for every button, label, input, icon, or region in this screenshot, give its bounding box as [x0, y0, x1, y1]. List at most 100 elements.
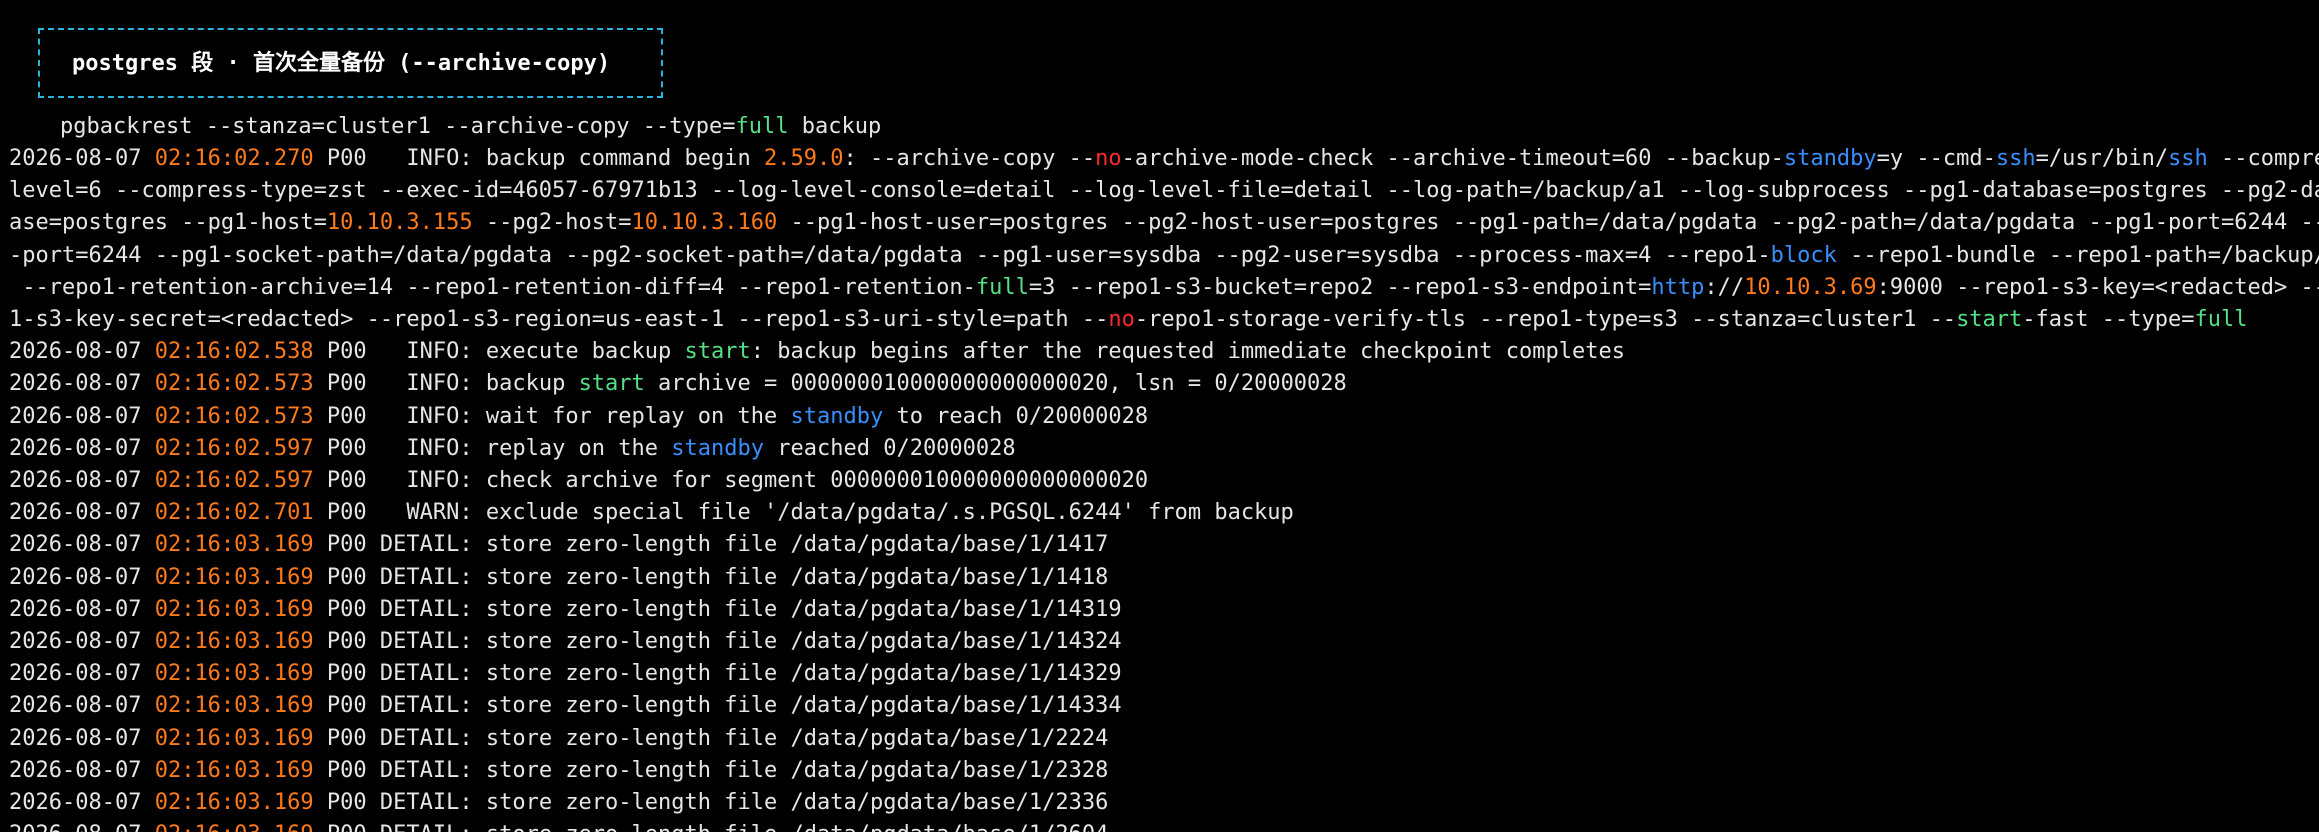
log-token: 02:16:02.270 — [154, 146, 314, 171]
log-line: 2026-08-07 02:16:03.169 P00 DETAIL: stor… — [9, 690, 1122, 722]
terminal-window[interactable]: postgres 段 · 首次全量备份 (--archive-copy) pgb… — [0, 0, 2319, 832]
log-token: P00 DETAIL: store zero-length file /data… — [313, 661, 1122, 687]
log-token: reached 0/20000028 — [764, 435, 1016, 461]
log-token: 2026-08-07 — [9, 500, 155, 526]
command-suffix: backup — [788, 114, 882, 139]
log-token: 2026-08-07 — [9, 564, 155, 590]
log-token: 02:16:02.573 — [154, 371, 314, 397]
command-type-value: full — [735, 114, 789, 139]
log-token: =y --cmd- — [1876, 146, 1996, 171]
log-token: P00 DETAIL: store zero-length file /data… — [313, 629, 1122, 654]
log-token: standby — [1783, 146, 1877, 171]
log-token: 2026-08-07 — [9, 661, 155, 687]
log-token: 2.59.0 — [764, 146, 844, 171]
log-token: 2026-08-07 — [9, 339, 155, 365]
log-token: archive = 000000010000000000000020, lsn … — [644, 371, 1347, 397]
log-token: start — [684, 339, 751, 365]
log-token: ssh — [1995, 146, 2036, 171]
log-line: 2026-08-07 02:16:03.169 P00 DETAIL: stor… — [9, 658, 1122, 690]
log-token: 02:16:03.169 — [154, 757, 314, 783]
log-token: 10.10.3.155 — [326, 210, 473, 236]
log-token: 10.10.3.160 — [631, 210, 778, 236]
log-token: no — [1108, 307, 1135, 332]
log-token: :// — [1704, 274, 1745, 300]
log-token: 02:16:02.538 — [154, 339, 314, 365]
log-token: P00 WARN: exclude special file '/data/pg… — [313, 500, 1294, 526]
log-token: 02:16:03.169 — [155, 822, 314, 832]
log-token: 2026-08-07 — [9, 725, 155, 751]
log-token: 02:16:02.573 — [154, 403, 314, 429]
log-token: --pg2-host= — [472, 210, 632, 236]
log-token: standby — [790, 403, 884, 429]
log-token: --pg1-host-user=postgres --pg2-host-user… — [777, 210, 2319, 236]
log-token: --repo1-bundle --repo1-path=/backup/a1 — [1836, 242, 2319, 268]
log-token: P00 DETAIL: store zero-length file /data… — [313, 790, 1109, 815]
log-token: -repo1-storage-verify-tls --repo1-type=s… — [1134, 307, 1957, 332]
log-token: 2026-08-07 — [9, 790, 155, 815]
log-token: 10.10.3.69 — [1744, 274, 1877, 300]
log-token: 02:16:02.597 — [154, 468, 314, 493]
log-token: 02:16:03.169 — [154, 661, 314, 687]
log-token: 2026-08-07 — [9, 532, 155, 558]
log-token: : backup begins after the requested imme… — [750, 339, 1625, 365]
log-token: 02:16:03.169 — [154, 532, 314, 558]
shell-command: pgbackrest --stanza=cluster1 --archive-c… — [60, 111, 881, 143]
log-token: P00 DETAIL: store zero-length file /data… — [313, 532, 1109, 558]
log-token: 02:16:03.169 — [154, 596, 314, 622]
log-token: P00 DETAIL: store zero-length file /data… — [313, 725, 1109, 751]
log-token: :9000 --repo1-s3-key=<redacted> --repo — [1876, 274, 2319, 300]
log-token: P00 DETAIL: store zero-length file /data… — [313, 564, 1109, 590]
log-token: 2026-08-07 — [9, 596, 155, 622]
log-token: standby — [671, 435, 764, 461]
log-line: 2026-08-07 02:16:03.169 P00 DETAIL: stor… — [9, 562, 1108, 594]
log-token: =/usr/bin/ — [2035, 146, 2169, 171]
log-token: 2026-08-07 — [9, 757, 155, 783]
log-line: 2026-08-07 02:16:02.270 P00 INFO: backup… — [9, 143, 2319, 175]
log-token: level=6 --compress-type=zst --exec-id=46… — [9, 178, 2319, 204]
log-token: 02:16:02.597 — [154, 435, 314, 461]
log-token: P00 INFO: wait for replay on the — [313, 403, 791, 429]
log-line: 2026-08-07 02:16:03.169 P00 DETAIL: stor… — [9, 723, 1108, 755]
log-token: block — [1770, 242, 1837, 268]
log-token: 02:16:03.169 — [154, 629, 314, 654]
log-line: --repo1-retention-archive=14 --repo1-ret… — [9, 272, 2319, 304]
log-token: http — [1651, 274, 1705, 300]
log-token: 2026-08-07 — [9, 371, 155, 397]
log-token: P00 INFO: backup — [313, 371, 579, 397]
log-token: 02:16:03.169 — [154, 564, 314, 590]
log-token: no — [1095, 146, 1122, 171]
log-token: P00 DETAIL: store zero-length file /data… — [313, 757, 1109, 783]
log-token: 2026-08-07 — [9, 822, 155, 832]
log-token: 2026-08-07 — [9, 468, 155, 493]
log-line: 2026-08-07 02:16:03.169 P00 DETAIL: stor… — [9, 787, 1108, 819]
log-token: --compress- — [2221, 146, 2319, 171]
log-line: 2026-08-07 02:16:02.573 P00 INFO: wait f… — [9, 401, 1148, 433]
log-token: P00 INFO: execute backup — [313, 339, 685, 365]
log-token: P00 INFO: check archive for segment 0000… — [313, 468, 1149, 493]
log-token: P00 INFO: replay on the — [313, 435, 672, 461]
log-token: start — [578, 371, 645, 397]
log-token: ssh — [2168, 146, 2208, 171]
log-token: 1-s3-key-secret=<redacted> --repo1-s3-re… — [9, 307, 1109, 332]
log-token: 02:16:03.169 — [154, 790, 314, 815]
log-token: -archive-mode-check --archive-timeout=60… — [1121, 146, 1784, 171]
log-token: 2026-08-07 — [9, 435, 155, 461]
log-token: ase=postgres --pg1-host= — [9, 210, 327, 236]
section-banner-title: postgres 段 · 首次全量备份 (--archive-copy) — [72, 51, 611, 76]
log-line: 2026-08-07 02:16:03.169 P00 DETAIL: stor… — [9, 755, 1108, 787]
log-token: -fast --type= — [2022, 307, 2195, 332]
log-token: =3 --repo1-s3-bucket=repo2 --repo1-s3-en… — [1028, 274, 1652, 300]
log-line: 2026-08-07 02:16:03.169 P00 DETAIL: stor… — [9, 529, 1108, 561]
log-line: 2026-08-07 02:16:02.573 P00 INFO: backup… — [9, 368, 1347, 400]
log-token: 2026-08-07 — [9, 403, 155, 429]
log-line: 1-s3-key-secret=<redacted> --repo1-s3-re… — [9, 304, 2247, 336]
log-token: : --archive-copy -- — [843, 146, 1096, 171]
log-line: 2026-08-07 02:16:02.538 P00 INFO: execut… — [9, 336, 1625, 368]
command-prefix: pgbackrest --stanza=cluster1 --archive-c… — [60, 114, 736, 139]
log-line: 2026-08-07 02:16:03.169 P00 DETAIL: stor… — [9, 594, 1122, 626]
log-token: 02:16:03.169 — [154, 725, 314, 751]
log-token: 2026-08-07 — [9, 693, 155, 719]
log-line: 2026-08-07 02:16:02.597 P00 INFO: replay… — [9, 433, 1016, 465]
log-token: to reach 0/20000028 — [883, 403, 1149, 429]
log-token: 2026-08-07 — [9, 629, 155, 654]
